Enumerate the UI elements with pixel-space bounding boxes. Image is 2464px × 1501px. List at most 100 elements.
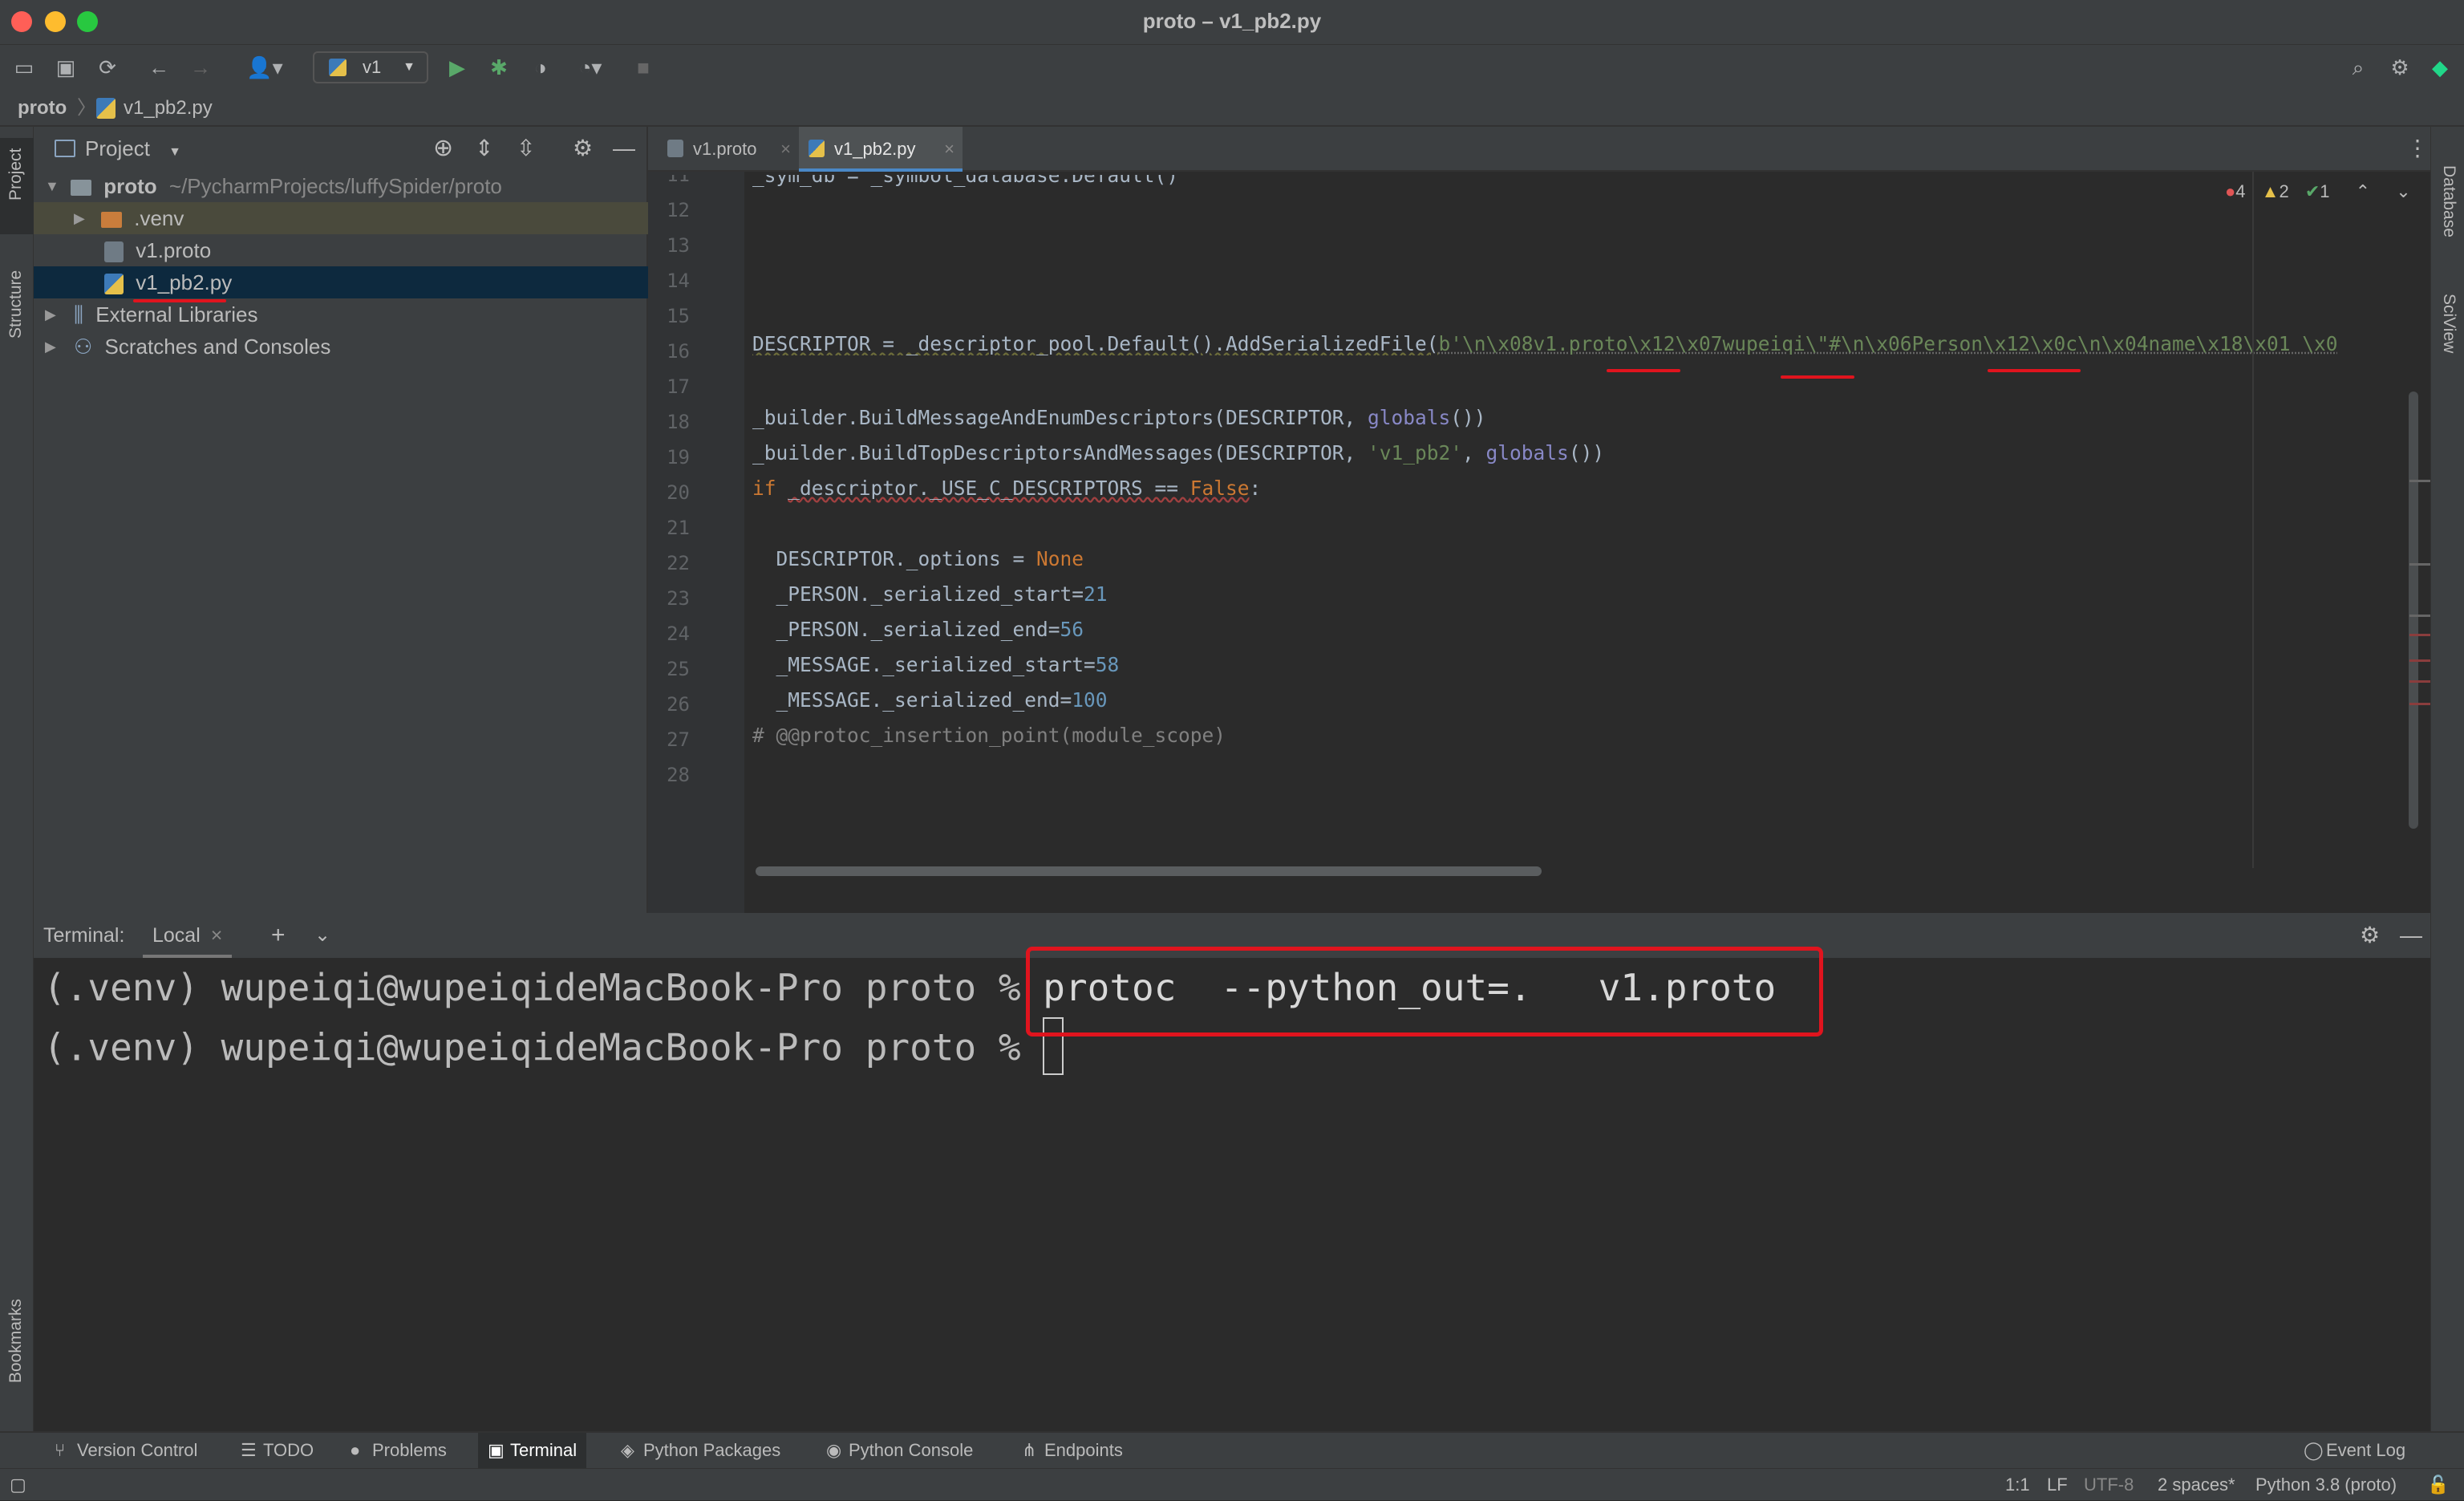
line-number: 23	[667, 587, 690, 610]
tool-label: Python Console	[849, 1440, 974, 1460]
branch-icon: ⑂	[55, 1440, 66, 1460]
python-packages-tool[interactable]: ◈ Python Packages	[611, 1433, 790, 1468]
code-line-24[interactable]: _PERSON._serialized_end=56	[752, 618, 1084, 641]
database-tool-tab[interactable]: Database	[2439, 165, 2458, 237]
annotation-underline	[1781, 375, 1854, 379]
back-icon[interactable]: ←	[144, 53, 173, 82]
event-log-tool[interactable]: ◯ Event Log	[2294, 1433, 2415, 1468]
sync-icon[interactable]: ⟳	[93, 53, 122, 82]
python-file-icon	[808, 140, 825, 157]
chevron-down-icon[interactable]: ▼	[168, 145, 181, 159]
chevron-down-icon[interactable]: ⌄	[314, 913, 330, 958]
todo-tool[interactable]: ☰ TODO	[231, 1433, 323, 1468]
save-icon[interactable]: ▣	[51, 53, 80, 82]
chevron-up-icon[interactable]: ⌃	[2356, 181, 2370, 201]
user-icon[interactable]: 👤▾	[241, 53, 289, 82]
code-line-25[interactable]: _MESSAGE._serialized_start=58	[752, 653, 1120, 676]
run-icon[interactable]: ▶	[443, 53, 472, 82]
tab-v1-proto[interactable]: v1.proto ×	[658, 127, 799, 172]
vertical-scrollbar[interactable]	[2409, 391, 2418, 829]
code-line-18[interactable]: _builder.BuildMessageAndEnumDescriptors(…	[752, 406, 1486, 429]
tree-item-scratches[interactable]: ▶ ⚇ Scratches and Consoles	[34, 331, 648, 363]
tree-item-label: v1_pb2.py	[136, 270, 233, 294]
caret-position[interactable]: 1:1	[2005, 1469, 2030, 1501]
file-encoding[interactable]: UTF-8	[2084, 1469, 2134, 1501]
terminal-line-2[interactable]: (.venv) wupeiqi@wupeiqideMacBook-Pro pro…	[43, 1017, 1064, 1075]
jetbrains-logo-icon[interactable]: ◆	[2426, 53, 2454, 82]
line-number: 19	[667, 446, 690, 469]
tree-item-venv[interactable]: ▶ .venv	[34, 202, 648, 234]
code-line-22[interactable]: DESCRIPTOR._options = None	[752, 547, 1084, 570]
proto-file-icon	[104, 241, 124, 263]
interpreter-selector[interactable]: Python 3.8 (proto)	[2255, 1469, 2397, 1501]
close-icon[interactable]: ×	[780, 127, 791, 172]
sciview-tool-tab[interactable]: SciView	[2439, 294, 2458, 353]
lock-icon[interactable]: 🔓	[2427, 1469, 2449, 1501]
breadcrumb-file[interactable]: v1_pb2.py	[124, 90, 213, 127]
gear-icon[interactable]: ⚙	[573, 127, 593, 170]
project-panel-title[interactable]: Project	[85, 136, 150, 160]
settings-icon[interactable]: ⚙	[2385, 53, 2414, 82]
python-file-icon	[96, 98, 116, 119]
horizontal-scrollbar[interactable]	[756, 866, 1542, 876]
python-console-tool[interactable]: ◉ Python Console	[817, 1433, 983, 1468]
project-tool-tab[interactable]: Project	[6, 148, 26, 201]
collapse-all-icon[interactable]: ⇳	[517, 127, 535, 170]
error-icon: ●	[2225, 181, 2236, 201]
profile-icon[interactable]: ◔▾	[566, 53, 614, 82]
hide-panel-icon[interactable]: —	[2400, 913, 2422, 958]
terminal-tab-label: Local	[152, 924, 201, 947]
coverage-icon[interactable]: ◑	[526, 53, 555, 82]
breadcrumb-project[interactable]: proto	[18, 90, 67, 127]
line-number: 28	[667, 764, 690, 786]
info-icon: ●	[350, 1440, 361, 1460]
structure-tool-tab[interactable]: Structure	[6, 270, 26, 339]
endpoints-tool[interactable]: ⋔ Endpoints	[1012, 1433, 1133, 1468]
add-terminal-icon[interactable]: +	[271, 913, 286, 958]
chevron-down-icon[interactable]: ⌄	[2396, 181, 2410, 201]
tree-root-proto[interactable]: ▼ proto ~/PycharmProjects/luffySpider/pr…	[34, 170, 648, 202]
tree-item-external-libraries[interactable]: ▶ ⫼ External Libraries	[34, 298, 648, 331]
more-icon[interactable]: ⋮	[2406, 135, 2429, 161]
locate-icon[interactable]: ⊕	[433, 127, 453, 170]
open-folder-icon[interactable]: ▭	[10, 53, 38, 82]
forward-icon[interactable]: →	[186, 53, 215, 82]
hide-panel-icon[interactable]: —	[613, 127, 635, 170]
chevron-right-icon[interactable]: ▶	[45, 331, 61, 363]
code-line-16[interactable]: DESCRIPTOR = _descriptor_pool.Default().…	[752, 332, 2413, 355]
search-icon[interactable]: ⌕	[2344, 53, 2373, 82]
line-separator[interactable]: LF	[2047, 1469, 2068, 1501]
line-number: 20	[667, 481, 690, 504]
code-line-26[interactable]: _MESSAGE._serialized_end=100	[752, 688, 1108, 712]
close-icon[interactable]: ×	[211, 924, 223, 947]
chevron-right-icon[interactable]: ▶	[74, 202, 90, 234]
check-icon: ✔	[2304, 181, 2320, 201]
version-control-tool[interactable]: ⑂ Version Control	[45, 1433, 207, 1468]
gear-icon[interactable]: ⚙	[2360, 913, 2380, 958]
python-icon: ◉	[826, 1440, 842, 1460]
bookmarks-tool-tab[interactable]: Bookmarks	[6, 1299, 26, 1383]
tab-v1-pb2[interactable]: v1_pb2.py ×	[799, 127, 962, 172]
line-number: 16	[667, 340, 690, 363]
chevron-right-icon[interactable]: ▶	[45, 298, 61, 331]
annotation-underline	[1988, 369, 2081, 372]
tree-item-v1-pb2[interactable]: v1_pb2.py	[34, 266, 648, 298]
tree-item-label: External Libraries	[95, 302, 258, 327]
close-icon[interactable]: ×	[944, 127, 954, 172]
chevron-down-icon[interactable]: ▼	[45, 170, 61, 202]
run-config-select[interactable]: v1 ▼	[313, 51, 428, 83]
terminal-tab-local[interactable]: Local ×	[143, 913, 233, 958]
code-line-20[interactable]: if _descriptor._USE_C_DESCRIPTORS == Fal…	[752, 477, 1261, 500]
window-title: proto – v1_pb2.py	[1142, 9, 1322, 33]
expand-all-icon[interactable]: ⇕	[475, 127, 493, 170]
tree-item-v1-proto[interactable]: v1.proto	[34, 234, 648, 266]
indent-setting[interactable]: 2 spaces*	[2158, 1469, 2235, 1501]
layout-icon[interactable]: ▢	[10, 1469, 26, 1501]
stop-icon[interactable]: ■	[629, 53, 658, 82]
debug-icon[interactable]: ✱	[484, 53, 513, 82]
code-line-19[interactable]: _builder.BuildTopDescriptorsAndMessages(…	[752, 441, 1604, 464]
code-line-27[interactable]: # @@protoc_insertion_point(module_scope)	[752, 724, 1226, 747]
terminal-tool[interactable]: ▣ Terminal	[478, 1433, 587, 1468]
problems-tool[interactable]: ● Problems	[340, 1433, 456, 1468]
code-line-23[interactable]: _PERSON._serialized_start=21	[752, 582, 1108, 606]
